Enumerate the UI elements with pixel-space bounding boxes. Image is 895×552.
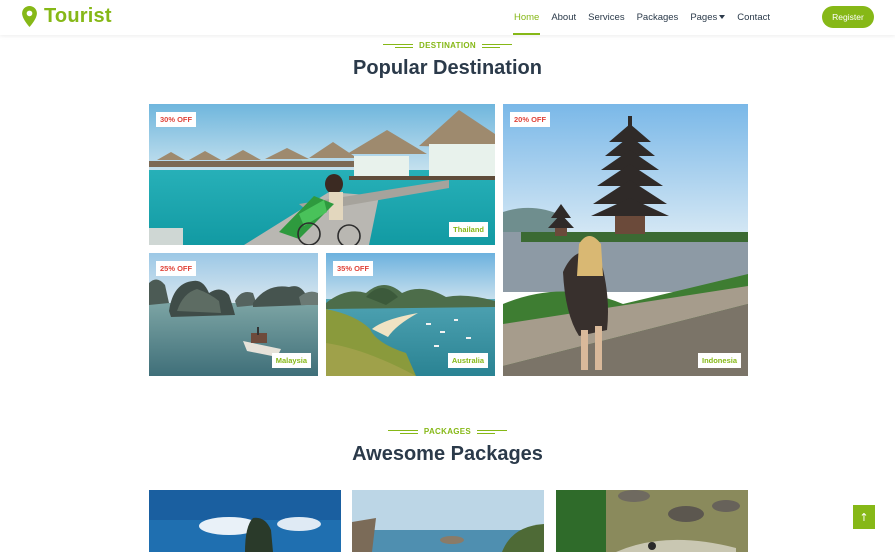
- section-title: Popular Destination: [353, 57, 542, 79]
- discount-badge: 35% OFF: [333, 261, 374, 276]
- destination-card-australia[interactable]: 35% OFF Australia: [326, 253, 495, 376]
- arrow-up-icon: ↑: [859, 510, 869, 524]
- nav-menu: Home About Services Packages Pages Conta…: [512, 0, 770, 35]
- destination-label: Malaysia: [271, 353, 311, 368]
- map-pin-icon: [22, 6, 37, 27]
- brand-name: Tourist: [44, 5, 112, 27]
- register-button[interactable]: Register: [822, 6, 874, 28]
- section-subtitle: DESTINATION: [419, 41, 476, 50]
- destination-card-thailand[interactable]: 30% OFF Thailand: [149, 104, 495, 245]
- decor-lines-right: [481, 43, 512, 48]
- package-image-3: [556, 490, 748, 552]
- package-card-2[interactable]: [352, 490, 544, 552]
- chevron-down-icon: [719, 15, 726, 20]
- packages-header: PACKAGES Awesome Packages: [0, 427, 895, 466]
- destination-header: DESTINATION Popular Destination: [0, 41, 895, 80]
- section-title: Awesome Packages: [352, 443, 543, 465]
- package-card-1[interactable]: [149, 490, 341, 552]
- nav-pages-dropdown[interactable]: Pages: [690, 0, 726, 35]
- discount-badge: 30% OFF: [156, 112, 197, 127]
- destination-label: Australia: [447, 353, 488, 368]
- nav-services[interactable]: Services: [588, 0, 624, 35]
- destination-card-indonesia[interactable]: 20% OFF Indonesia: [503, 104, 748, 376]
- nav-about[interactable]: About: [551, 0, 576, 35]
- package-image-1: [149, 490, 341, 552]
- nav-contact[interactable]: Contact: [737, 0, 770, 35]
- indonesia-image: [503, 104, 748, 376]
- discount-badge: 25% OFF: [156, 261, 197, 276]
- back-to-top-button[interactable]: ↑: [853, 505, 875, 529]
- destination-label: Thailand: [449, 222, 488, 237]
- nav-home[interactable]: Home: [512, 0, 541, 35]
- decor-lines-left: [387, 429, 418, 434]
- destination-card-malaysia[interactable]: 25% OFF Malaysia: [149, 253, 318, 376]
- brand-logo-link[interactable]: Tourist: [22, 5, 112, 28]
- nav-packages[interactable]: Packages: [637, 0, 679, 35]
- destination-label: Indonesia: [697, 353, 741, 368]
- discount-badge: 20% OFF: [510, 112, 551, 127]
- package-card-3[interactable]: [556, 490, 748, 552]
- section-subtitle: PACKAGES: [423, 427, 472, 436]
- decor-lines-left: [383, 43, 414, 48]
- navbar: Tourist Home About Services Packages Pag…: [0, 0, 895, 35]
- nav-pages-label: Pages: [690, 12, 718, 23]
- thailand-image: [149, 104, 495, 245]
- package-image-2: [352, 490, 544, 552]
- decor-lines-right: [477, 429, 508, 434]
